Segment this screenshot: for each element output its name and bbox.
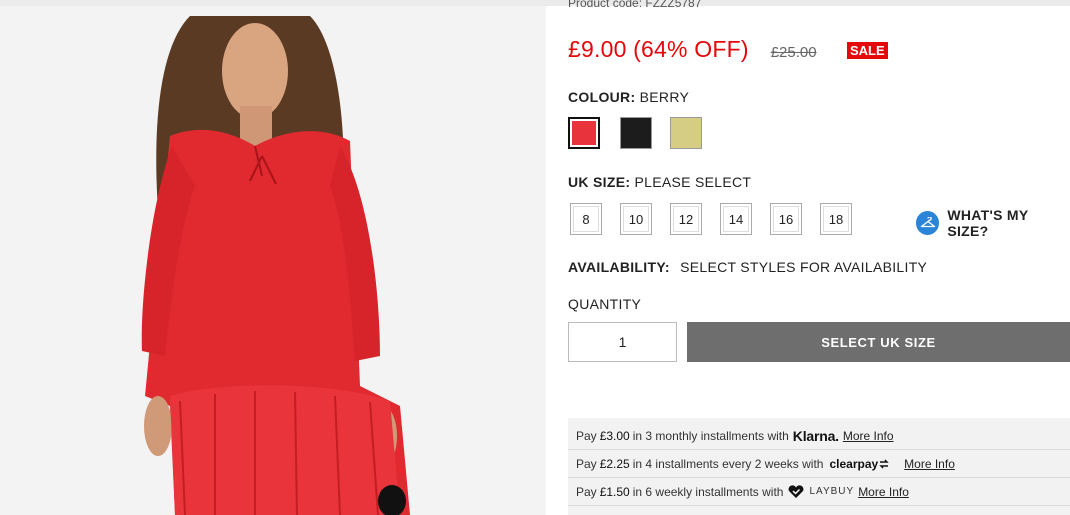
size-label-title: UK SIZE: [568, 174, 631, 190]
more-info-link[interactable]: More Info [843, 429, 894, 443]
size-option-12[interactable]: 12 [670, 203, 702, 235]
colour-selected-value: BERRY [639, 89, 690, 105]
swatch-berry[interactable] [568, 117, 600, 149]
size-selected-value: PLEASE SELECT [634, 174, 752, 190]
sale-price: £9.00 (64% OFF) [568, 36, 749, 62]
size-option-10[interactable]: 10 [620, 203, 652, 235]
quantity-input[interactable] [568, 322, 677, 362]
hanger-icon [916, 211, 940, 235]
sale-badge: SALE [847, 42, 888, 59]
swatch-black[interactable] [620, 117, 652, 149]
pay-text: in 3 monthly installments with [632, 428, 789, 443]
colour-label-title: COLOUR: [568, 89, 636, 105]
pay-prefix: Pay [576, 484, 597, 499]
pay-amount: £1.50 [599, 484, 630, 499]
pay-text: in 4 installments every 2 weeks with [632, 456, 824, 471]
clearpay-arrows-icon [879, 459, 889, 468]
original-price: £25.00 [770, 44, 817, 61]
add-to-bag-button[interactable]: SELECT UK SIZE [687, 322, 1070, 362]
klarna-logo: Klarna. [792, 427, 839, 444]
heart-icon [789, 484, 804, 498]
availability-value: SELECT STYLES FOR AVAILABILITY [680, 259, 928, 275]
size-label: UK SIZE: PLEASE SELECT [568, 174, 751, 190]
size-option-16[interactable]: 16 [770, 203, 802, 235]
pay-prefix: Pay [576, 428, 597, 443]
product-image[interactable] [0, 6, 546, 515]
swatch-khaki[interactable] [670, 117, 702, 149]
payment-options: Pay £3.00 in 3 monthly installments with… [568, 418, 1070, 515]
colour-label: COLOUR: BERRY [568, 89, 689, 105]
pay-amount: £2.25 [599, 456, 630, 471]
availability-label: AVAILABILITY: [568, 259, 670, 275]
clearpay-wordmark: clearpay [829, 456, 879, 471]
laybuy-wordmark: LAYBUY [809, 486, 855, 497]
more-info-link[interactable]: More Info [858, 485, 909, 499]
quantity-label: QUANTITY [568, 296, 642, 312]
size-guide-label: WHAT'S MY SIZE? [947, 207, 1029, 239]
laybuy-logo: LAYBUY [787, 484, 855, 499]
clearpay-logo: clearpay [829, 457, 890, 471]
product-code: Product code: FZZZ5787 [568, 0, 702, 10]
availability: AVAILABILITY: SELECT STYLES FOR AVAILABI… [568, 259, 927, 275]
pay-text: in 6 weekly installments with [632, 484, 784, 499]
payment-row-klarna: Pay £3.00 in 3 monthly installments with… [568, 422, 1070, 450]
price-row: £9.00 (64% OFF) £25.00 [568, 36, 817, 63]
more-info-link[interactable]: More Info [904, 457, 955, 471]
payment-row-laybuy: Pay £1.50 in 6 weekly installments with … [568, 478, 1070, 506]
payment-row-clearpay: Pay £2.25 in 4 installments every 2 week… [568, 450, 1070, 478]
pay-prefix: Pay [576, 456, 597, 471]
size-option-18[interactable]: 18 [820, 203, 852, 235]
dress-illustration [0, 6, 546, 515]
size-option-8[interactable]: 8 [570, 203, 602, 235]
size-option-14[interactable]: 14 [720, 203, 752, 235]
pay-amount: £3.00 [599, 428, 630, 443]
size-guide-link[interactable]: WHAT'S MY SIZE? [916, 207, 1070, 239]
